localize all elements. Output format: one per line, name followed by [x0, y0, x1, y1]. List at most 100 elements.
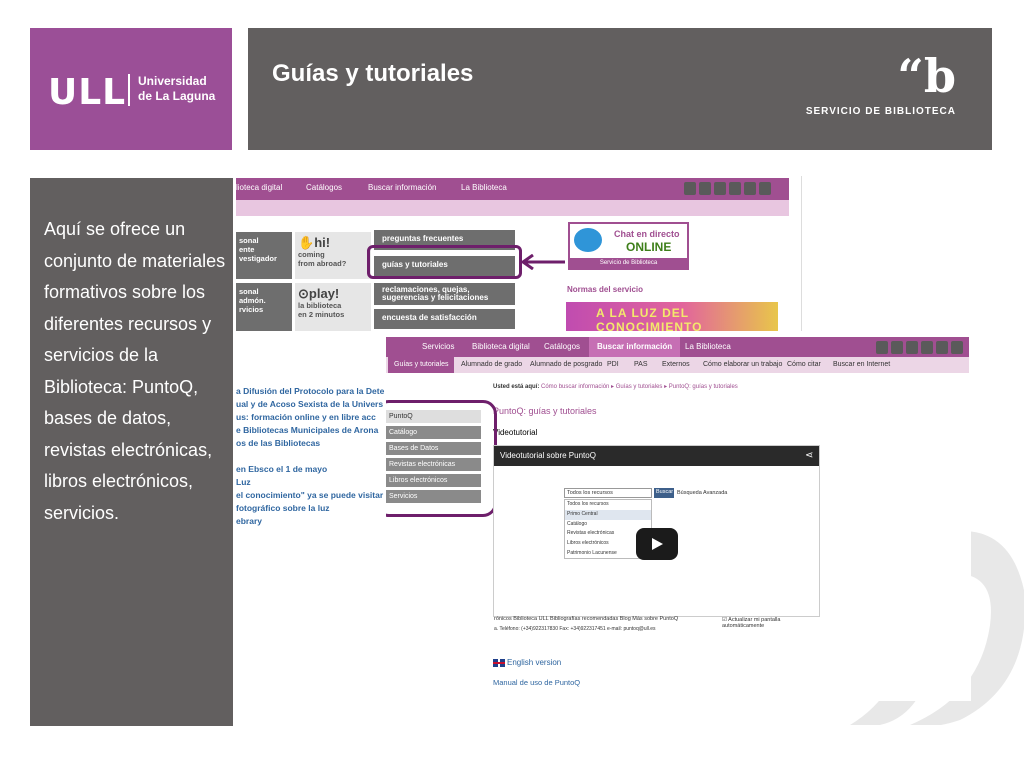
encuesta-satisfaccion-button[interactable]: encuesta de satisfacción	[374, 309, 515, 329]
title-bar: Guías y tutoriales “b SERVICIO DE BIBLIO…	[248, 28, 992, 150]
sub-nav: Guías y tutoriales Alumnado de grado Alu…	[386, 357, 969, 373]
subnav-guias[interactable]: Guías y tutoriales	[388, 357, 455, 373]
subnav-como-citar[interactable]: Cómo citar	[787, 361, 821, 368]
highlight-box	[386, 400, 497, 517]
reclamaciones-button[interactable]: reclamaciones, quejas, sugerencias y fel…	[374, 283, 515, 305]
news-item[interactable]: a Difusión del Protocolo para la Dete	[236, 386, 386, 399]
help-icon[interactable]	[891, 341, 903, 354]
subnav-grado[interactable]: Alumnado de grado	[461, 361, 522, 368]
banner-title: A LA LUZ DEL CONOCIMIENTO	[596, 306, 703, 331]
normas-link[interactable]: Normas del servicio	[567, 285, 643, 294]
tile-personal-administracion[interactable]: sonal admón. rvicios	[236, 283, 292, 331]
chat-status: ONLINE	[626, 240, 672, 254]
video-title: Videotutorial sobre PuntoQ	[500, 451, 596, 460]
page-title: Guías y tutoriales	[272, 60, 474, 87]
videotutorial-heading: Videotutorial	[493, 428, 538, 437]
help-icon[interactable]	[699, 182, 711, 195]
subnav-posgrado[interactable]: Alumnado de posgrado	[530, 361, 602, 368]
nav-buscar-informacion[interactable]: Buscar información	[589, 337, 681, 357]
puntoq-guide-screenshot: Servicios Biblioteca digital Catálogos B…	[386, 331, 971, 701]
nav-servicios[interactable]: Servicios	[422, 342, 454, 351]
description-text: Aquí se ofrece un conjunto de materiales…	[44, 219, 226, 523]
tile-personal-investigador[interactable]: sonal ente vestigador	[236, 232, 292, 279]
dropdown-option[interactable]: Primo Central	[565, 509, 651, 520]
tile-line: la biblioteca	[298, 301, 342, 310]
news-item[interactable]: fotográfico sobre la luz	[236, 503, 386, 516]
globe-icon[interactable]	[744, 182, 756, 195]
chat-footer: Servicio de Biblioteca	[570, 258, 687, 268]
logo-mark: ULL	[48, 72, 127, 113]
subnav-buscar-internet[interactable]: Buscar en Internet	[833, 361, 890, 368]
chat-online-widget[interactable]: Chat en directo ONLINE Servicio de Bibli…	[568, 222, 689, 270]
mail-icon[interactable]	[714, 182, 726, 195]
nav-biblioteca-digital[interactable]: lioteca digital	[236, 183, 282, 192]
news-item[interactable]	[236, 451, 386, 464]
news-item[interactable]: us: formación online y en libre acc	[236, 412, 386, 425]
video-player[interactable]: Videotutorial sobre PuntoQ ⋖ Todos los r…	[493, 445, 820, 632]
breadcrumb-label: Usted está aquí:	[493, 384, 542, 390]
top-nav: Servicios Biblioteca digital Catálogos B…	[386, 337, 969, 357]
search-icon[interactable]	[921, 341, 933, 354]
highlight-box	[367, 245, 522, 279]
uk-flag-icon	[493, 658, 505, 667]
section-title: PuntoQ: guías y tutoriales	[493, 406, 597, 416]
nav-biblioteca-digital[interactable]: Biblioteca digital	[472, 342, 530, 351]
share-icon[interactable]: ⋖	[805, 450, 815, 462]
news-item[interactable]: en Ebsco el 1 de mayo	[236, 464, 386, 477]
search-select[interactable]: Todos los recursos	[564, 488, 652, 498]
nav-catalogos[interactable]: Catálogos	[306, 183, 342, 192]
news-item[interactable]: os de las Bibliotecas	[236, 438, 386, 451]
subnav-externos[interactable]: Externos	[662, 361, 690, 368]
advanced-search-link[interactable]: Búsqueda Avanzada	[677, 490, 727, 496]
news-item[interactable]: el conocimiento" ya se puede visitar	[236, 490, 386, 503]
news-item[interactable]: Luz	[236, 477, 386, 490]
mail-icon[interactable]	[906, 341, 918, 354]
nav-la-biblioteca[interactable]: La Biblioteca	[461, 183, 507, 192]
logo-line2: de La Laguna	[138, 89, 216, 103]
subnav-elaborar-trabajo[interactable]: Cómo elaborar un trabajo	[703, 361, 782, 368]
search-icon[interactable]	[729, 182, 741, 195]
dropdown-option[interactable]: Todos los recursos	[565, 500, 651, 510]
auto-refresh-checkbox[interactable]: ☑ Actualizar mi pantalla automáticamente	[722, 617, 819, 629]
globe-icon[interactable]	[936, 341, 948, 354]
video-footer-contact: a. Teléfono: (+34)922317830 Fax: +34)922…	[494, 626, 656, 632]
tile-play-video[interactable]: ⊙play! la biblioteca en 2 minutos	[295, 283, 371, 331]
breadcrumb-path[interactable]: Cómo buscar información ▸ Guías y tutori…	[541, 384, 738, 390]
logo-divider	[128, 74, 130, 106]
hand-icon: ✋hi!	[298, 235, 331, 250]
user-icon[interactable]	[951, 341, 963, 354]
tile-hi-label: hi!	[314, 235, 331, 250]
play-button[interactable]	[636, 528, 678, 560]
toolbar-icons	[684, 182, 771, 195]
english-version-link[interactable]: English version	[493, 658, 561, 667]
dropdown-option[interactable]: Catálogo	[565, 520, 651, 530]
event-banner[interactable]: A LA LUZ DEL CONOCIMIENTO	[566, 302, 778, 331]
toolbar-icons	[876, 341, 963, 354]
home-icon[interactable]	[684, 182, 696, 195]
breadcrumb: Usted está aquí: Cómo buscar información…	[493, 383, 738, 390]
nav-buscar-informacion[interactable]: Buscar información	[368, 183, 436, 192]
manual-link[interactable]: Manual de uso de PuntoQ	[493, 678, 580, 687]
tile-line: rvicios	[239, 305, 264, 314]
play-icon	[652, 538, 663, 550]
news-item[interactable]: ual y de Acoso Sexista de la Univers	[236, 399, 386, 412]
video-title-bar: Videotutorial sobre PuntoQ ⋖	[494, 446, 819, 466]
ull-logo: ULL Universidad de La Laguna	[30, 28, 232, 150]
tile-line: from abroad?	[298, 259, 347, 268]
nav-catalogos[interactable]: Catálogos	[544, 342, 580, 351]
search-button[interactable]: Buscar	[654, 488, 674, 498]
subnav-pdi[interactable]: PDI	[607, 361, 619, 368]
top-nav: lioteca digital Catálogos Buscar informa…	[236, 178, 789, 200]
subnav-pas[interactable]: PAS	[634, 361, 648, 368]
logo-text: Universidad de La Laguna	[138, 74, 215, 104]
tile-hi-abroad[interactable]: ✋hi! coming from abroad?	[295, 232, 371, 279]
news-item[interactable]: e Bibliotecas Municipales de Arona	[236, 425, 386, 438]
button-line: sugerencias y felicitaciones	[382, 293, 489, 302]
tile-line: ente	[239, 245, 255, 254]
arrow-icon	[520, 254, 565, 270]
nav-la-biblioteca[interactable]: La Biblioteca	[685, 342, 731, 351]
user-icon[interactable]	[759, 182, 771, 195]
news-item[interactable]: ebrary	[236, 516, 386, 529]
slide: ULL Universidad de La Laguna Guías y tut…	[0, 0, 1024, 768]
home-icon[interactable]	[876, 341, 888, 354]
